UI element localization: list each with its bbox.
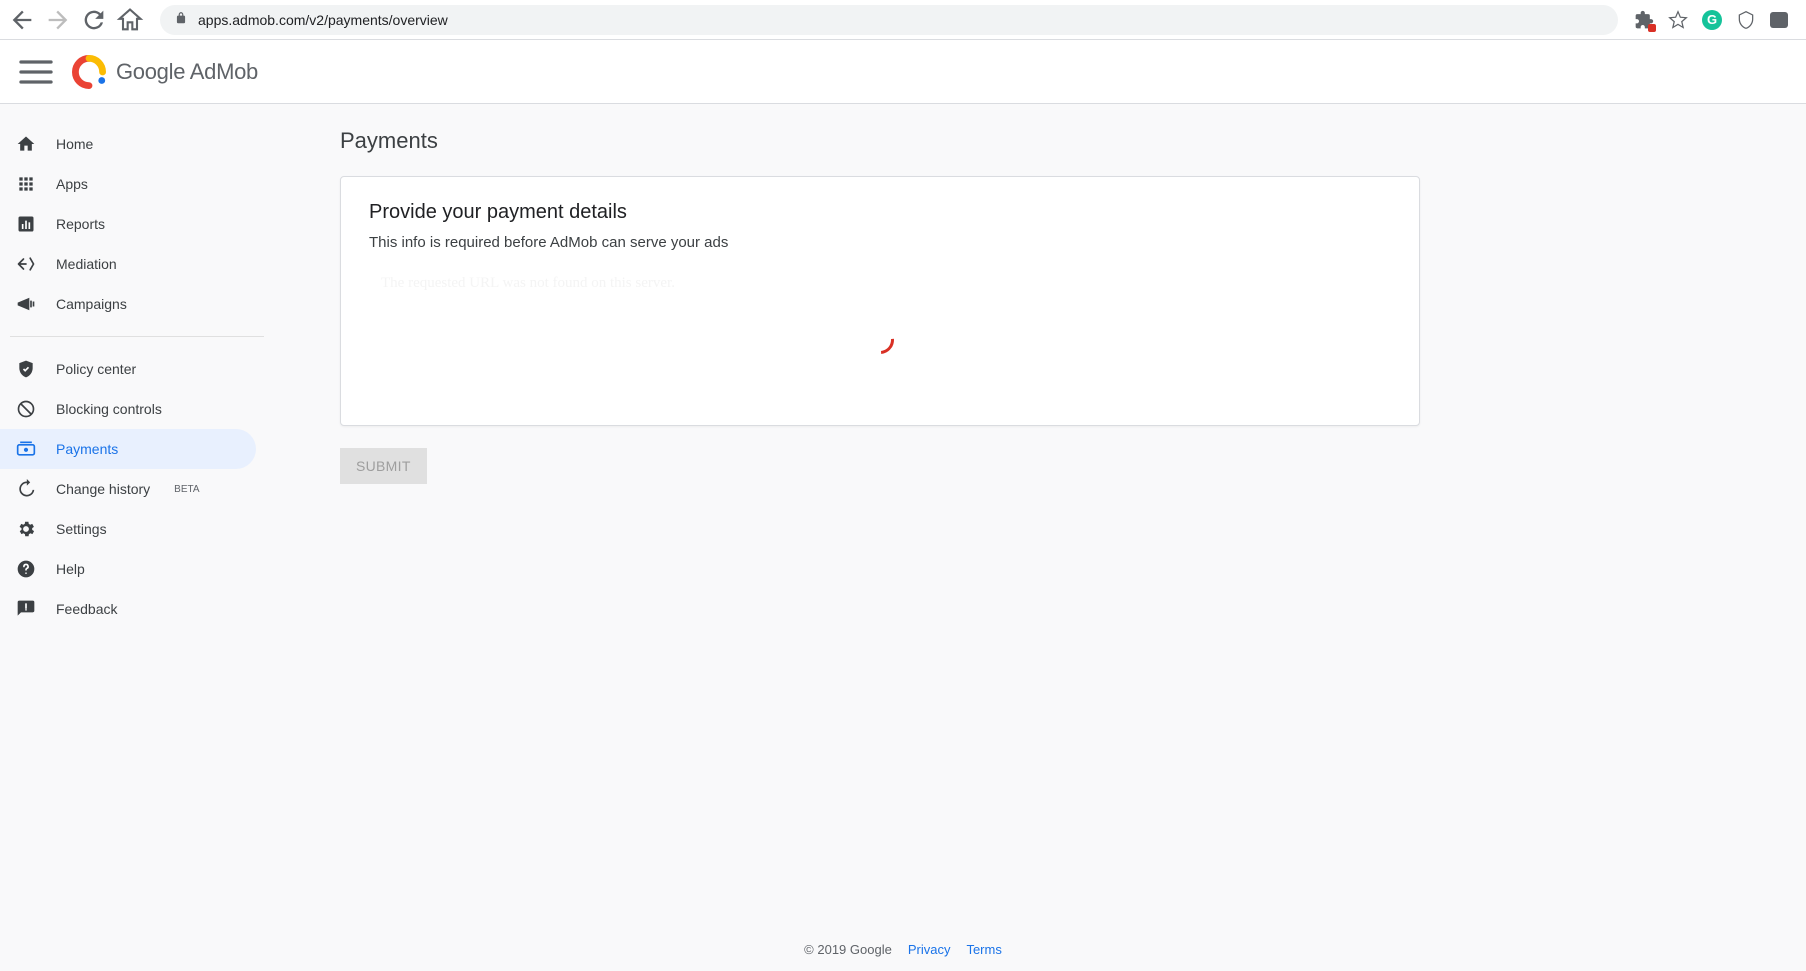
address-bar[interactable]: apps.admob.com/v2/payments/overview: [160, 5, 1618, 35]
sidebar-item-policy[interactable]: Policy center: [0, 349, 256, 389]
sidebar-item-history[interactable]: Change history BETA: [0, 469, 256, 509]
help-icon: [16, 559, 36, 579]
url-text: apps.admob.com/v2/payments/overview: [198, 12, 448, 28]
sidebar-item-label: Payments: [56, 441, 118, 457]
sidebar-item-mediation[interactable]: Mediation: [0, 244, 256, 284]
sidebar: Home Apps Reports Mediation Campaigns: [0, 104, 280, 971]
sidebar-item-label: Help: [56, 561, 85, 577]
apps-icon: [16, 174, 36, 194]
sidebar-item-label: Policy center: [56, 361, 136, 377]
sidebar-item-label: Apps: [56, 176, 88, 192]
lock-icon: [174, 11, 188, 28]
sidebar-item-label: Campaigns: [56, 296, 127, 312]
privacy-link[interactable]: Privacy: [908, 942, 951, 957]
main-content: Payments Provide your payment details Th…: [280, 104, 1480, 971]
bar-chart-icon: [16, 214, 36, 234]
sidebar-item-label: Mediation: [56, 256, 117, 272]
history-icon: [16, 479, 36, 499]
hamburger-button[interactable]: [16, 52, 56, 92]
sidebar-item-label: Settings: [56, 521, 107, 537]
browser-actions: G: [1634, 10, 1798, 30]
sidebar-item-help[interactable]: Help: [0, 549, 256, 589]
back-button[interactable]: [8, 6, 36, 34]
beta-badge: BETA: [174, 484, 199, 495]
home-button[interactable]: [116, 6, 144, 34]
sidebar-item-reports[interactable]: Reports: [0, 204, 256, 244]
sidebar-item-label: Home: [56, 136, 93, 152]
shield-check-icon: [16, 359, 36, 379]
megaphone-icon: [16, 294, 36, 314]
card-title: Provide your payment details: [369, 201, 1391, 224]
extension-icon[interactable]: [1634, 10, 1654, 30]
sidebar-item-blocking[interactable]: Blocking controls: [0, 389, 256, 429]
browser-chrome: apps.admob.com/v2/payments/overview G: [0, 0, 1806, 40]
error-message: The requested URL was not found on this …: [369, 269, 1391, 298]
loading-spinner: [369, 326, 1391, 354]
footer: © 2019 Google Privacy Terms: [804, 942, 1002, 957]
sidebar-item-label: Reports: [56, 216, 105, 232]
sidebar-item-apps[interactable]: Apps: [0, 164, 256, 204]
sidebar-item-label: Change history: [56, 481, 150, 497]
card-subtitle: This info is required before AdMob can s…: [369, 234, 1391, 251]
bookmark-icon[interactable]: [1668, 10, 1688, 30]
admob-logo-icon: [72, 55, 106, 89]
terms-link[interactable]: Terms: [966, 942, 1001, 957]
brand-text: Google AdMob: [116, 59, 258, 85]
block-icon: [16, 399, 36, 419]
reload-button[interactable]: [80, 6, 108, 34]
sidebar-item-feedback[interactable]: Feedback: [0, 589, 256, 629]
sidebar-item-settings[interactable]: Settings: [0, 509, 256, 549]
gear-icon: [16, 519, 36, 539]
extension-bag-icon[interactable]: [1770, 12, 1788, 28]
sidebar-divider: [10, 336, 264, 337]
sidebar-item-home[interactable]: Home: [0, 124, 256, 164]
submit-button[interactable]: SUBMIT: [340, 448, 427, 484]
page-title: Payments: [340, 128, 1420, 154]
grammarly-icon[interactable]: G: [1702, 10, 1722, 30]
sidebar-item-label: Feedback: [56, 601, 117, 617]
sidebar-item-campaigns[interactable]: Campaigns: [0, 284, 256, 324]
payment-icon: [16, 439, 36, 459]
feedback-icon: [16, 599, 36, 619]
brand[interactable]: Google AdMob: [72, 55, 258, 89]
app-header: Google AdMob: [0, 40, 1806, 104]
spinner-icon: [860, 320, 899, 359]
forward-button[interactable]: [44, 6, 72, 34]
extension-shield-icon[interactable]: [1736, 10, 1756, 30]
home-icon: [16, 134, 36, 154]
mediation-icon: [16, 254, 36, 274]
sidebar-item-label: Blocking controls: [56, 401, 162, 417]
sidebar-item-payments[interactable]: Payments: [0, 429, 256, 469]
payment-card: Provide your payment details This info i…: [340, 176, 1420, 426]
copyright: © 2019 Google: [804, 942, 892, 957]
